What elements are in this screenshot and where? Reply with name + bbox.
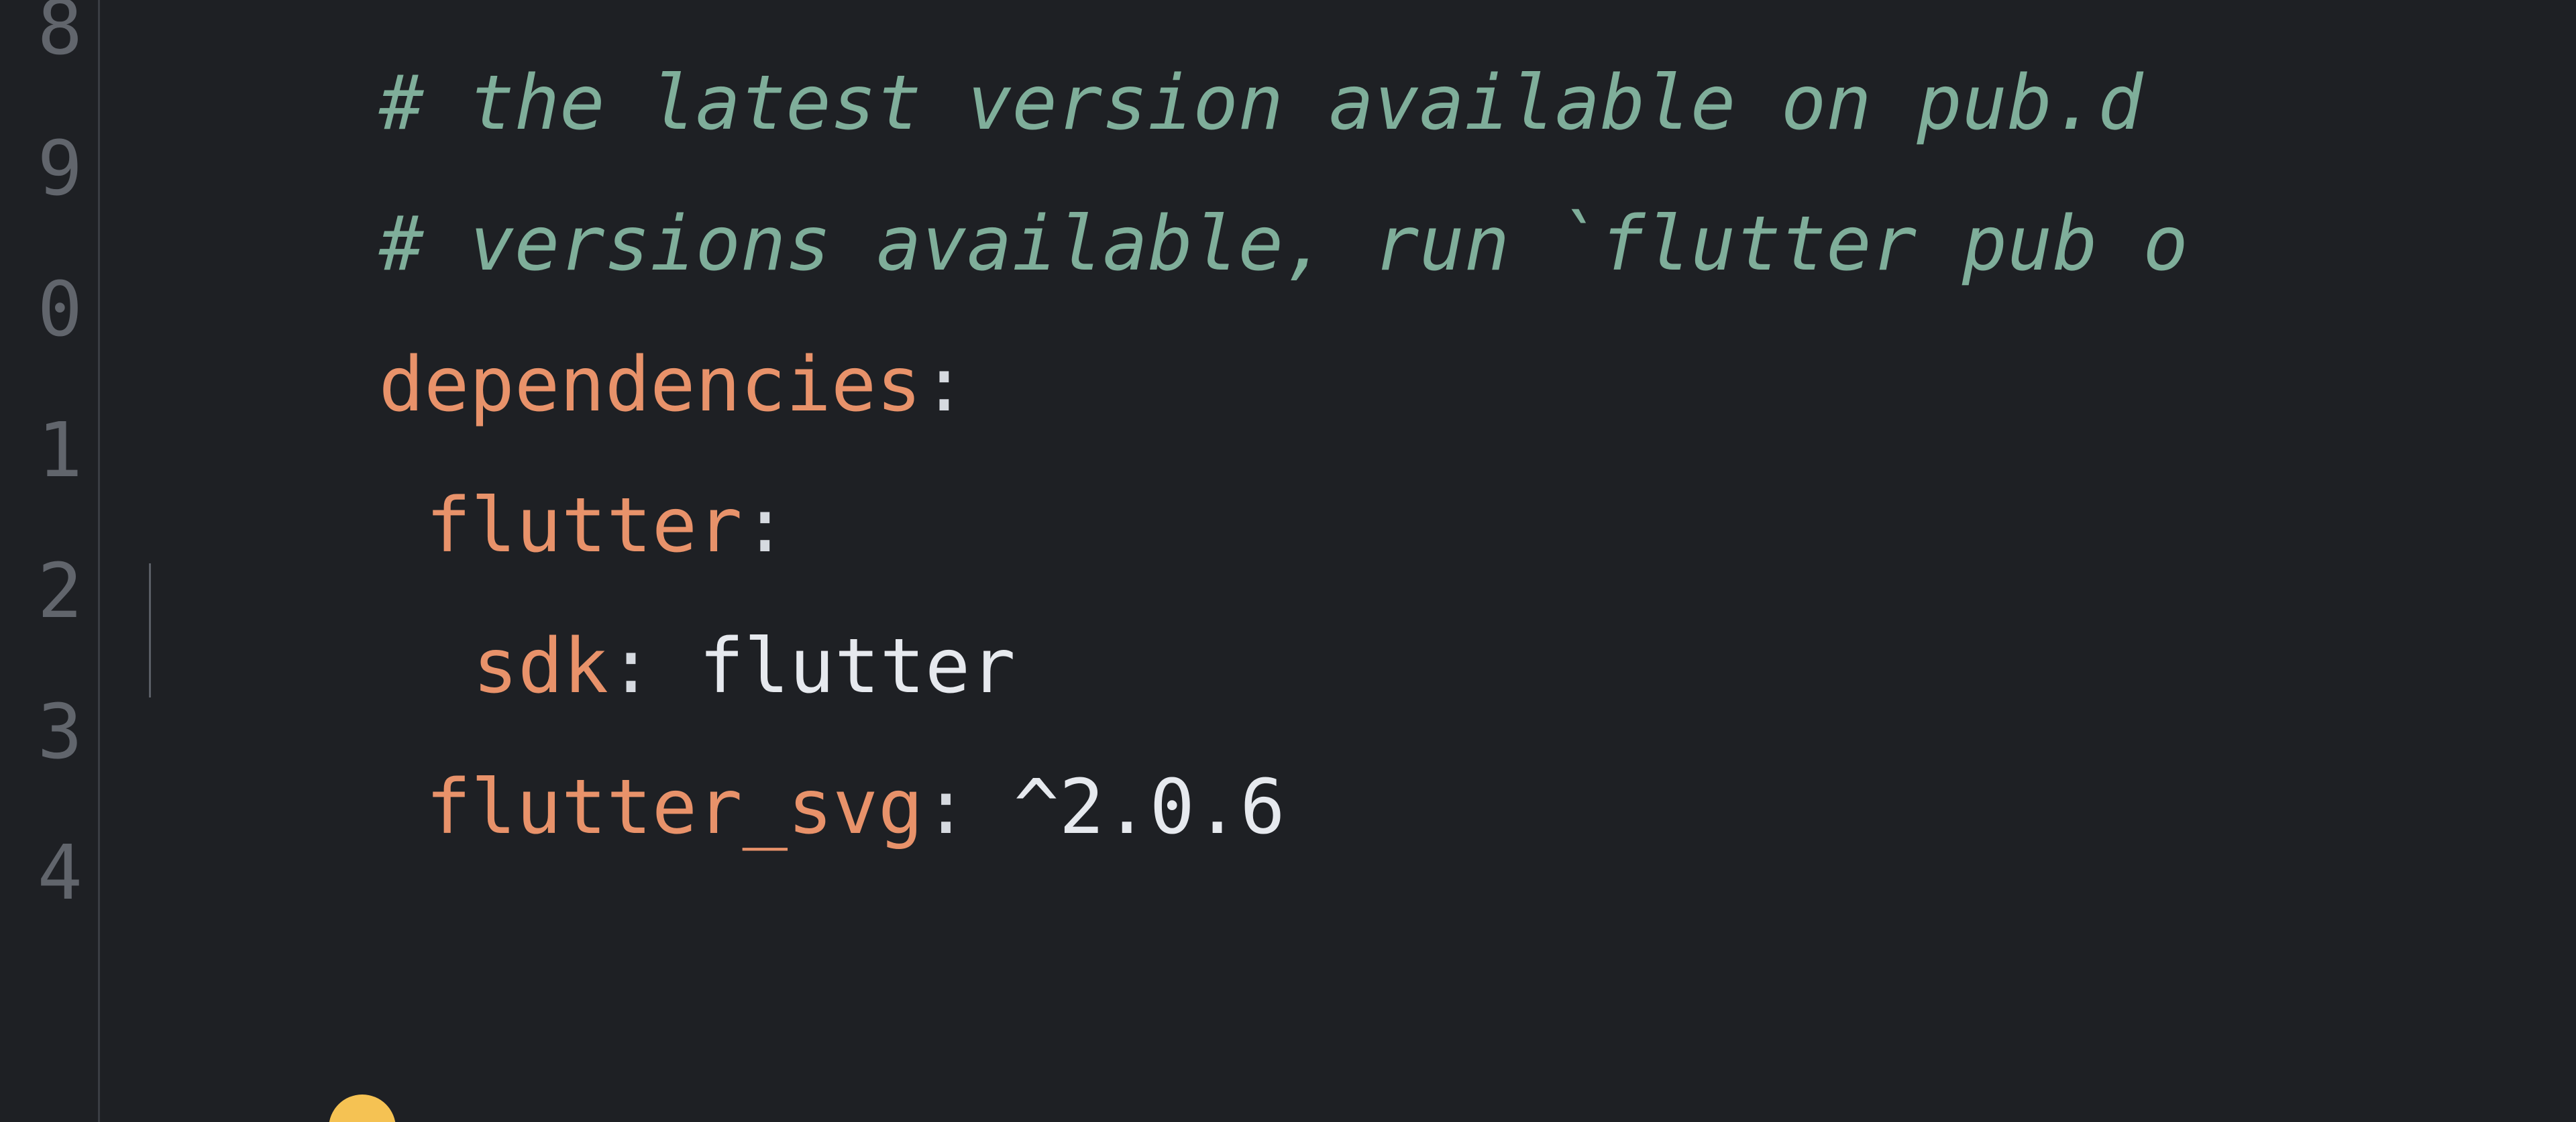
line-number: 3 (37, 689, 83, 776)
line-number: 0 (37, 266, 83, 353)
colon-token: : (923, 764, 969, 851)
line-number: 4 (37, 830, 83, 917)
line-number: 1 (37, 407, 83, 494)
code-editor[interactable]: 8 9 0 1 2 3 4 # the latest version avail… (0, 0, 2576, 1122)
line-number: 2 (37, 548, 83, 635)
yaml-value-token: ^2.0.6 (968, 764, 1285, 851)
colon-token: : (921, 341, 967, 429)
code-content[interactable]: # the latest version available on pub.d … (99, 0, 2576, 1122)
line-number: 8 (37, 0, 83, 72)
line-number: 9 (37, 125, 83, 213)
line-number-gutter: 8 9 0 1 2 3 4 (0, 0, 99, 1122)
gutter-divider (98, 0, 100, 1122)
yaml-key-token: flutter_svg (425, 764, 924, 851)
indent-guide (149, 563, 151, 697)
code-line[interactable] (107, 836, 379, 1061)
